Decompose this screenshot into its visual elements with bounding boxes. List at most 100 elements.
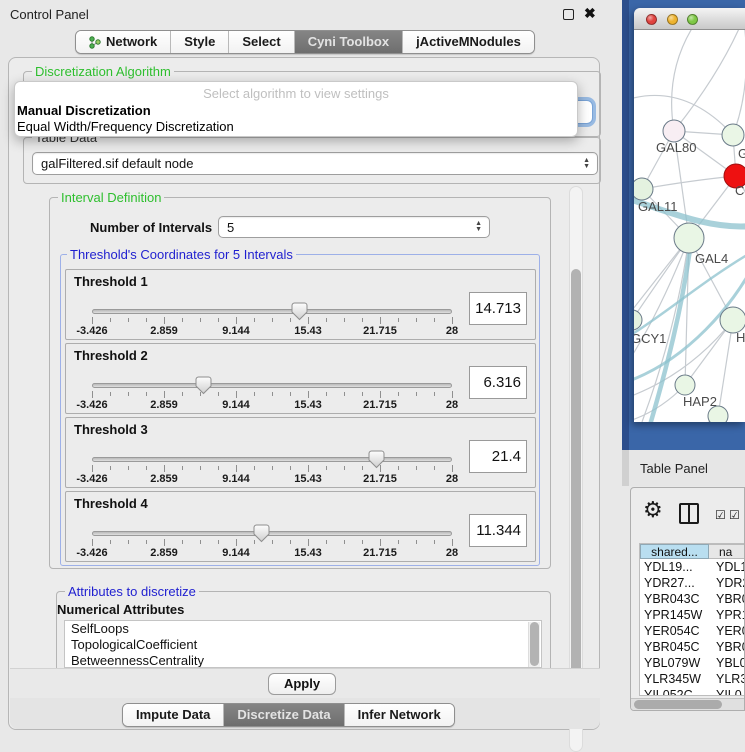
table-row[interactable]: YIL052C YIL0 xyxy=(640,687,745,696)
column-header-shared[interactable]: shared... xyxy=(640,544,709,559)
split-columns-icon[interactable] xyxy=(679,503,699,524)
threshold-2-slider[interactable]: -3.4262.8599.14415.4321.71528 xyxy=(92,378,452,412)
cell-shared-name[interactable]: YBR043C xyxy=(644,591,708,607)
threshold-1-slider[interactable]: -3.4262.8599.14415.4321.71528 xyxy=(92,304,452,338)
slider-tick xyxy=(236,391,237,398)
table-horizontal-scrollbar[interactable] xyxy=(631,698,745,710)
table-row[interactable]: YDR27... YDR2 xyxy=(640,575,745,591)
network-node-ga[interactable] xyxy=(722,124,744,146)
node-table[interactable]: shared... na YDL19...YDL1YDR27...YDR2YBR… xyxy=(639,543,745,696)
checkbox-icon[interactable]: ☑ xyxy=(715,508,726,522)
tab-style-label: Style xyxy=(184,31,215,53)
slider-thumb[interactable] xyxy=(291,302,308,321)
slider-thumb[interactable] xyxy=(368,450,385,469)
tab-impute-data[interactable]: Impute Data xyxy=(123,704,223,726)
slider-tick xyxy=(110,466,111,470)
cell-shared-name[interactable]: YBR045C xyxy=(644,639,708,655)
slider-tick xyxy=(344,392,345,396)
network-window[interactable]: GAL80GACGAL11GAL4GCY1HHAP2 xyxy=(634,8,745,422)
network-window-titlebar[interactable] xyxy=(634,8,745,30)
slider-thumb[interactable] xyxy=(253,524,270,543)
slider-track[interactable] xyxy=(92,383,452,388)
cell-shared-name[interactable]: YER054C xyxy=(644,623,708,639)
column-header-name[interactable]: na xyxy=(709,544,745,559)
close-traffic-light-icon[interactable] xyxy=(646,14,657,25)
cell-shared-name[interactable]: YLR345W xyxy=(644,671,708,687)
table-row[interactable]: YER054C YER0 xyxy=(640,623,745,639)
network-node-gal80[interactable] xyxy=(663,120,685,142)
menu-item-manual-discretization[interactable]: Manual Discretization xyxy=(17,103,151,118)
threshold-3-slider[interactable]: -3.4262.8599.14415.4321.71528 xyxy=(92,452,452,486)
tab-infer-network[interactable]: Infer Network xyxy=(344,704,454,726)
cell-name[interactable]: YLR3 xyxy=(716,671,745,687)
menu-item-equal-width-frequency[interactable]: Equal Width/Frequency Discretization xyxy=(17,119,234,134)
close-icon[interactable]: ✖ xyxy=(584,5,596,22)
checkbox-icon[interactable]: ☑ xyxy=(729,508,740,522)
cell-name[interactable]: YDR2 xyxy=(716,575,745,591)
tab-cyni-toolbox[interactable]: Cyni Toolbox xyxy=(294,31,402,53)
cell-name[interactable]: YBL0 xyxy=(716,655,745,671)
network-node-gal4[interactable] xyxy=(674,223,704,253)
table-row[interactable]: YPR145W YPR1 xyxy=(640,607,745,623)
cell-name[interactable]: YBR0 xyxy=(716,591,745,607)
apply-button[interactable]: Apply xyxy=(268,673,336,695)
combo-arrows-icon: ▲▼ xyxy=(475,217,482,237)
slider-track[interactable] xyxy=(92,309,452,314)
cell-name[interactable]: YDL1 xyxy=(716,559,745,575)
cell-shared-name[interactable]: YBL079W xyxy=(644,655,708,671)
table-row[interactable]: YDL19... YDL1 xyxy=(640,559,745,575)
slider-scale-label: 28 xyxy=(446,399,458,411)
minimize-traffic-light-icon[interactable] xyxy=(667,14,678,25)
cell-name[interactable]: YIL0 xyxy=(716,687,745,696)
network-node-label: HAP2 xyxy=(683,394,717,409)
slider-tick xyxy=(218,540,219,544)
slider-tick xyxy=(416,540,417,544)
float-window-icon[interactable] xyxy=(563,9,574,20)
cell-name[interactable]: YER0 xyxy=(716,623,745,639)
cell-shared-name[interactable]: YPR145W xyxy=(644,607,708,623)
slider-tick xyxy=(416,318,417,322)
thresholds-group-title: Threshold's Coordinates for 5 Intervals xyxy=(67,247,296,262)
network-canvas[interactable]: GAL80GACGAL11GAL4GCY1HHAP2 xyxy=(634,30,745,422)
threshold-3-value-field[interactable]: 21.4 xyxy=(469,440,527,473)
number-of-intervals-combo[interactable]: 5 ▲▼ xyxy=(218,216,490,238)
slider-thumb[interactable] xyxy=(195,376,212,395)
scrollbar-thumb[interactable] xyxy=(571,269,581,726)
network-node-gal11[interactable] xyxy=(634,178,653,200)
tab-network[interactable]: Network xyxy=(76,31,170,53)
attribute-list-item[interactable]: SelfLoops xyxy=(65,621,541,637)
tab-jactivemnodules[interactable]: jActiveMNodules xyxy=(402,31,534,53)
network-node-hap2[interactable] xyxy=(675,375,695,395)
cell-shared-name[interactable]: YDR27... xyxy=(644,575,708,591)
tab-discretize-data[interactable]: Discretize Data xyxy=(223,704,343,726)
table-data-combo[interactable]: galFiltered.sif default node ▲▼ xyxy=(32,152,598,175)
attribute-list-item[interactable]: BetweennessCentrality xyxy=(65,653,541,668)
table-row[interactable]: YBR043C YBR0 xyxy=(640,591,745,607)
cell-shared-name[interactable]: YDL19... xyxy=(644,559,708,575)
slider-tick xyxy=(164,539,165,546)
threshold-1-value-field[interactable]: 14.713 xyxy=(469,292,527,325)
numerical-attributes-list[interactable]: SelfLoopsTopologicalCoefficientBetweenne… xyxy=(64,620,542,668)
scrollbar-thumb[interactable] xyxy=(530,622,539,666)
slider-tick xyxy=(110,540,111,544)
attributes-list-scrollbar[interactable] xyxy=(528,622,540,668)
slider-scale-label: 2.859 xyxy=(150,325,178,337)
threshold-2-value-field[interactable]: 6.316 xyxy=(469,366,527,399)
tab-style[interactable]: Style xyxy=(170,31,228,53)
tab-select[interactable]: Select xyxy=(228,31,293,53)
attribute-list-item[interactable]: TopologicalCoefficient xyxy=(65,637,541,653)
scrollbar-thumb[interactable] xyxy=(634,700,722,709)
slider-tick xyxy=(452,317,453,324)
table-row[interactable]: YLR345W YLR3 xyxy=(640,671,745,687)
threshold-4-slider[interactable]: -3.4262.8599.14415.4321.71528 xyxy=(92,526,452,560)
slider-track[interactable] xyxy=(92,531,452,536)
slider-track[interactable] xyxy=(92,457,452,462)
cell-name[interactable]: YPR1 xyxy=(716,607,745,623)
gear-icon[interactable]: ⚙ xyxy=(643,497,663,523)
table-row[interactable]: YBL079W YBL0 xyxy=(640,655,745,671)
zoom-traffic-light-icon[interactable] xyxy=(687,14,698,25)
cell-name[interactable]: YBR0 xyxy=(716,639,745,655)
cell-shared-name[interactable]: YIL052C xyxy=(644,687,708,696)
table-row[interactable]: YBR045C YBR0 xyxy=(640,639,745,655)
threshold-4-value-field[interactable]: 11.344 xyxy=(469,514,527,547)
